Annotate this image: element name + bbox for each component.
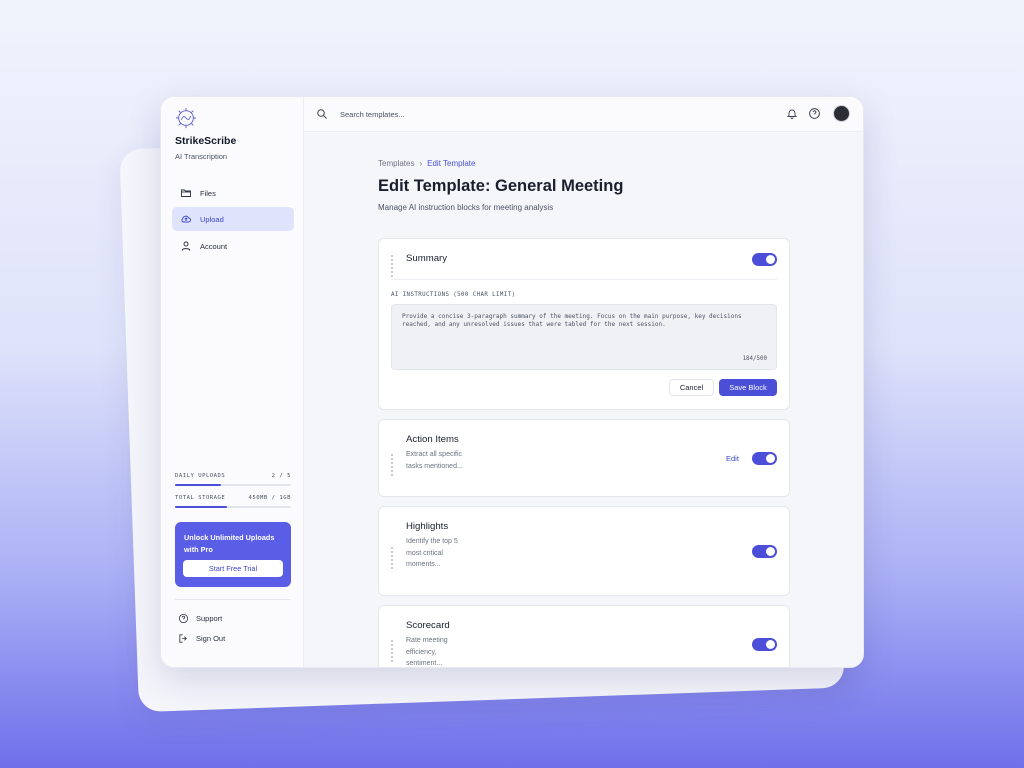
start-free-trial-button[interactable]: Start Free Trial	[183, 560, 283, 577]
brand-name: StrikeScribe	[175, 135, 237, 147]
total-storage-bar	[175, 506, 291, 508]
daily-uploads-meter: DAILY UPLOADS 2 / 5	[175, 473, 291, 479]
breadcrumb-edit-template: Edit Template	[427, 159, 476, 168]
cloud-upload-icon	[181, 215, 191, 223]
meter-value: 2 / 5	[271, 473, 291, 479]
block-toggle[interactable]	[752, 452, 777, 465]
search-icon	[317, 109, 327, 119]
folder-icon	[181, 189, 191, 197]
daily-uploads-bar	[175, 484, 291, 486]
help-icon[interactable]	[808, 107, 821, 120]
total-storage-meter: TOTAL STORAGE 450MB / 1GB	[175, 495, 291, 501]
cancel-button[interactable]: Cancel	[669, 379, 714, 396]
user-icon	[181, 241, 191, 251]
bell-icon[interactable]	[786, 107, 798, 120]
brand-tagline: AI Transcription	[175, 152, 228, 161]
drag-handle-icon[interactable]	[391, 255, 397, 277]
instructions-text: Provide a concise 3-paragraph summary of…	[402, 313, 742, 328]
block-divider	[391, 279, 777, 280]
block-title: Scorecard	[406, 620, 450, 631]
sidebar-item-label: Support	[196, 614, 223, 623]
sidebar-item-files[interactable]: Files	[172, 181, 294, 205]
main-content: Templates › Edit Template Edit Template:…	[304, 132, 863, 667]
meter-label: DAILY UPLOADS	[175, 473, 226, 479]
sidebar: StrikeScribe AI Transcription Files Uplo…	[161, 97, 304, 667]
breadcrumb: Templates › Edit Template	[378, 159, 475, 168]
avatar[interactable]	[833, 105, 850, 122]
block-toggle[interactable]	[752, 545, 777, 558]
block-card-scorecard: Scorecard Rate meeting efficiency, senti…	[378, 605, 790, 667]
block-title: Summary	[406, 253, 448, 264]
help-circle-icon	[178, 613, 189, 624]
block-description: Extract all specific tasks mentioned...	[406, 451, 463, 470]
search-input[interactable]	[340, 107, 560, 121]
block-title: Action Items	[406, 434, 459, 445]
sign-out-icon	[179, 634, 187, 643]
daily-uploads-fill	[175, 484, 222, 486]
block-description: Rate meeting efficiency, sentiment...	[406, 637, 448, 667]
char-count: 184/500	[742, 356, 767, 362]
sidebar-item-label: Account	[200, 241, 228, 251]
block-toggle[interactable]	[752, 253, 777, 266]
breadcrumb-templates[interactable]: Templates	[378, 159, 414, 168]
sidebar-item-support[interactable]: Support	[178, 613, 222, 624]
sidebar-divider	[175, 599, 291, 600]
sidebar-item-account[interactable]: Account	[172, 234, 294, 258]
drag-handle-icon[interactable]	[391, 454, 397, 476]
app-window: StrikeScribe AI Transcription Files Uplo…	[160, 96, 864, 668]
block-card-highlights: Highlights Identify the top 5 most criti…	[378, 506, 790, 596]
meter-label: TOTAL STORAGE	[175, 495, 226, 501]
save-block-button[interactable]: Save Block	[719, 379, 777, 396]
sidebar-item-sign-out[interactable]: Sign Out	[178, 633, 225, 644]
edit-link[interactable]: Edit	[726, 454, 739, 463]
ai-instructions-textarea[interactable]: Provide a concise 3-paragraph summary of…	[391, 304, 777, 370]
chevron-right-icon: ›	[419, 159, 423, 168]
sidebar-item-label: Upload	[200, 214, 224, 224]
block-toggle[interactable]	[752, 638, 777, 651]
block-card-summary: Summary AI INSTRUCTIONS (500 CHAR LIMIT)…	[378, 238, 790, 410]
logo-icon	[175, 107, 197, 129]
sidebar-item-label: Sign Out	[196, 634, 226, 643]
drag-handle-icon[interactable]	[391, 547, 397, 569]
topbar	[304, 97, 863, 132]
promo-text: Unlock Unlimited Uploads with Pro	[184, 533, 275, 554]
total-storage-fill	[175, 506, 228, 508]
page-title: Edit Template: General Meeting	[378, 177, 624, 195]
pro-promo-card: Unlock Unlimited Uploads with Pro Start …	[175, 522, 291, 587]
block-title: Highlights	[406, 521, 449, 532]
block-card-action-items: Action Items Extract all specific tasks …	[378, 419, 790, 497]
sidebar-item-upload[interactable]: Upload	[172, 207, 294, 231]
sidebar-item-label: Files	[200, 188, 216, 198]
page-subtitle: Manage AI instruction blocks for meeting…	[378, 203, 554, 212]
meter-value: 450MB / 1GB	[248, 495, 291, 501]
drag-handle-icon[interactable]	[391, 640, 397, 662]
block-description: Identify the top 5 most critical moments…	[406, 538, 458, 568]
ai-instructions-label: AI INSTRUCTIONS (500 CHAR LIMIT)	[391, 292, 516, 298]
